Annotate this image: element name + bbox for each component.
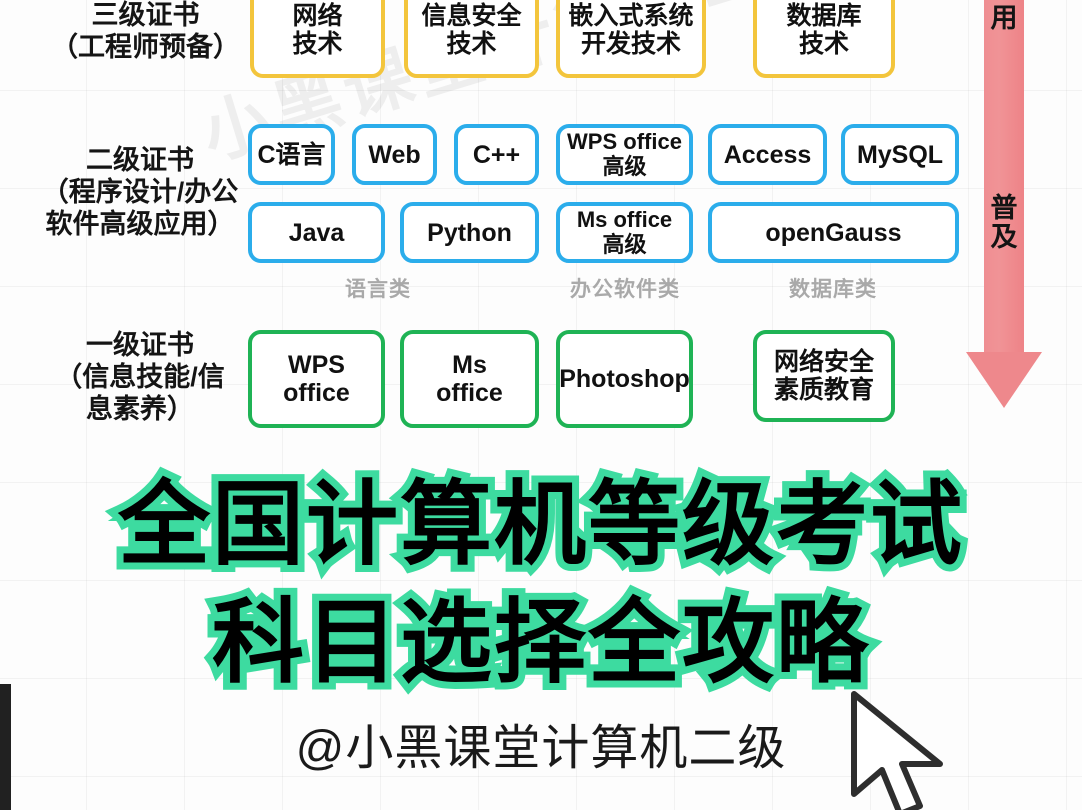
arrow-shaft [984,0,1024,362]
infographic-canvas: 小黑课堂计算机二级 三级证书 （工程师预备） 网络 技术 信息安全 技术 嵌入式… [0,0,1082,810]
level-1-label: 一级证书 （信息技能/信 息素养） [55,330,225,424]
level-2-box-java[interactable]: Java [248,202,385,263]
headline-line-2: 科目选择全攻略 [205,585,875,701]
level-1-box-photoshop[interactable]: Photoshop [556,330,693,428]
level-2-box-python[interactable]: Python [400,202,539,263]
category-label-database: 数据库类 [789,278,877,301]
level-3-box-embedded[interactable]: 嵌入式系统 开发技术 [556,0,706,78]
level-1-box-wps-office[interactable]: WPS office [248,330,385,428]
level-3-box-network[interactable]: 网络 技术 [250,0,385,78]
arrow-label-mid: 普 及 [990,193,1018,253]
progression-arrow: 用 普 及 [966,0,1056,414]
level-2-box-cpp[interactable]: C++ [454,124,539,185]
level-2-label: 二级证书 （程序设计/办公 软件高级应用） [41,145,239,239]
arrow-head [966,352,1042,408]
level-2-box-mysql[interactable]: MySQL [841,124,959,185]
level-1-box-ms-office[interactable]: Ms office [400,330,539,428]
level-2-box-opengauss[interactable]: openGauss [708,202,959,263]
category-label-languages: 语言类 [345,278,411,301]
level-2-box-c-language[interactable]: C语言 [248,124,335,185]
level-2-box-access[interactable]: Access [708,124,827,185]
headline-line-1: 全国计算机等级考试 [111,467,969,583]
level-2-box-ms-office-advanced[interactable]: Ms office 高级 [556,202,693,263]
level-3-box-database[interactable]: 数据库 技术 [753,0,895,78]
level-1-box-cybersecurity-education[interactable]: 网络安全 素质教育 [753,330,895,422]
mouse-cursor-icon [851,691,943,810]
category-label-office-software: 办公软件类 [570,278,680,301]
level-2-box-wps-office-advanced[interactable]: WPS office 高级 [556,124,693,185]
level-2-box-web[interactable]: Web [352,124,437,185]
level-3-label: 三级证书 （工程师预备） [51,0,240,62]
arrow-label-top: 用 [990,3,1018,33]
level-3-box-infosec[interactable]: 信息安全 技术 [404,0,539,78]
